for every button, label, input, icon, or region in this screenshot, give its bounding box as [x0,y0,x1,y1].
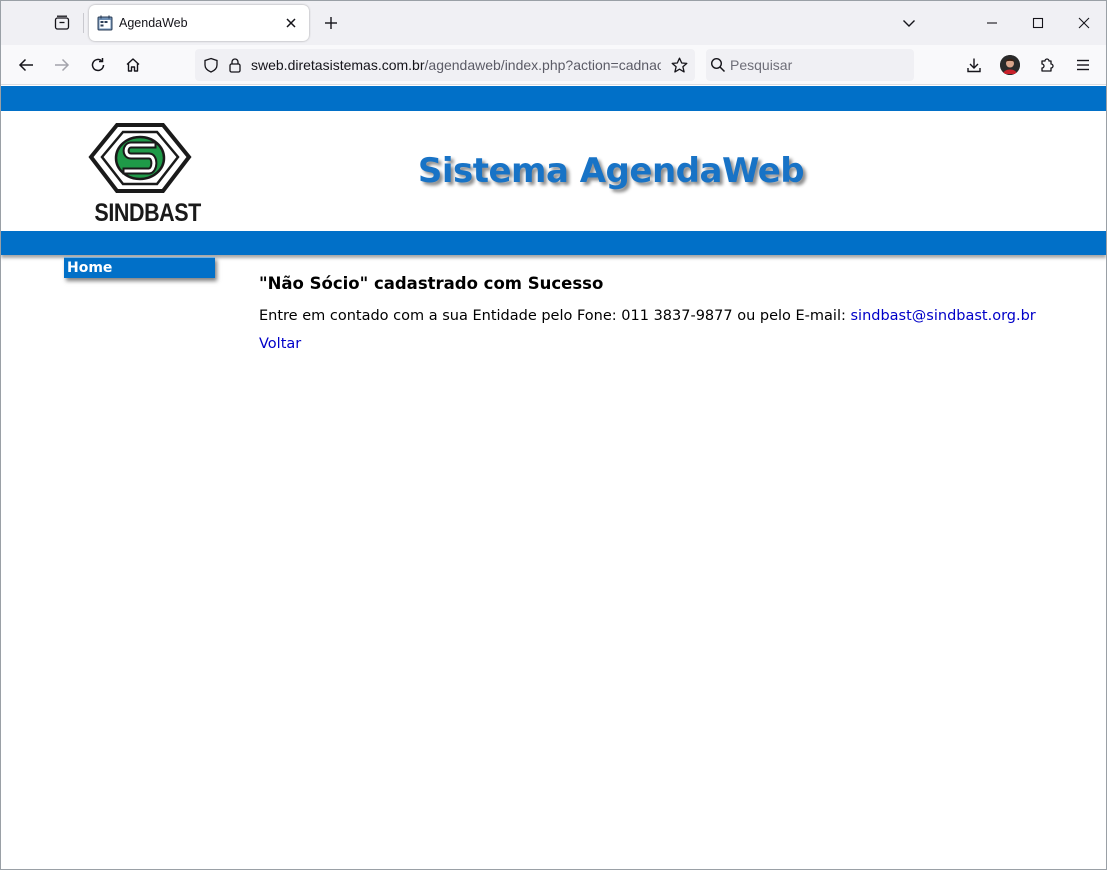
bookmark-button[interactable] [667,53,691,77]
forward-button[interactable] [46,49,78,81]
web-page: SINDBAST Sistema AgendaWeb Home "Não Sóc… [1,86,1106,869]
url-host: sweb.diretasistemas.com.br [251,57,425,73]
account-button[interactable] [994,49,1026,81]
downloads-button[interactable] [958,49,990,81]
reload-icon [91,58,105,72]
avatar [1000,55,1020,75]
avatar-icon [1000,55,1020,75]
main-content: "Não Sócio" cadastrado com Sucesso Entre… [259,274,1089,352]
email-link[interactable]: sindbast@sindbast.org.br [850,308,1035,324]
site-title: Sistema AgendaWeb [417,151,805,191]
minimize-button[interactable] [969,1,1015,45]
tab-title: AgendaWeb [119,16,188,30]
tab-agendaweb[interactable]: AgendaWeb [89,5,309,41]
star-icon [671,57,687,73]
extensions-button[interactable] [1031,49,1063,81]
tab-strip: AgendaWeb [1,1,1106,45]
puzzle-icon [1041,58,1054,72]
lock-icon [229,58,241,73]
window-close-button[interactable] [1061,1,1106,45]
close-icon [286,18,296,28]
site-info-button[interactable] [223,53,247,77]
contact-text: Entre em contado com a sua Entidade pelo… [259,308,851,324]
search-input[interactable] [730,57,900,73]
navigation-toolbar: sweb.diretasistemas.com.br/agendaweb/ind… [1,45,1106,85]
new-tab-button[interactable] [317,9,345,37]
home-button[interactable] [117,49,149,81]
search-icon [710,57,726,73]
contact-message: Entre em contado com a sua Entidade pelo… [259,308,1089,324]
home-icon [126,58,140,72]
site-header: SINDBAST Sistema AgendaWeb [1,111,1106,229]
url-path: /agendaweb/index.php?action=cadnaosocio [424,57,661,73]
tab-separator [83,13,84,33]
search-icon-wrap [710,57,726,73]
download-icon [967,58,981,73]
maximize-button[interactable] [1015,1,1061,45]
success-message-title: "Não Sócio" cadastrado com Sucesso [259,274,604,293]
plus-icon [325,17,337,29]
list-all-tabs-button[interactable] [897,9,921,37]
hamburger-menu-icon [1077,59,1089,71]
reload-button[interactable] [82,49,114,81]
top-blue-band [1,86,1106,111]
chevron-down-icon [903,20,915,27]
maximize-icon [1032,17,1044,29]
tab-close-button[interactable] [279,11,303,35]
tab-list-button[interactable] [45,7,79,39]
search-bar[interactable] [706,49,914,81]
sindbast-logo: SINDBAST [87,123,201,229]
menu-item-home[interactable]: Home [64,257,215,278]
favicon-icon [97,15,113,31]
address-bar[interactable]: sweb.diretasistemas.com.br/agendaweb/ind… [195,49,695,81]
shield-icon [204,57,218,73]
nav-blue-band [1,231,1106,255]
arrow-right-icon [55,58,70,72]
url-text[interactable]: sweb.diretasistemas.com.br/agendaweb/ind… [251,57,661,73]
app-menu-button[interactable] [1067,49,1099,81]
browser-window: AgendaWeb sweb.diretasistemas.com.br/age… [0,0,1107,870]
back-button[interactable] [10,49,42,81]
tracking-protection-button[interactable] [199,53,223,77]
minimize-icon [987,22,997,24]
back-link[interactable]: Voltar [259,336,301,352]
arrow-left-icon [18,58,33,72]
tab-list-icon [54,15,70,30]
close-icon [1078,17,1090,29]
logo-text: SINDBAST [94,199,201,227]
sindbast-logo-icon [88,123,192,193]
